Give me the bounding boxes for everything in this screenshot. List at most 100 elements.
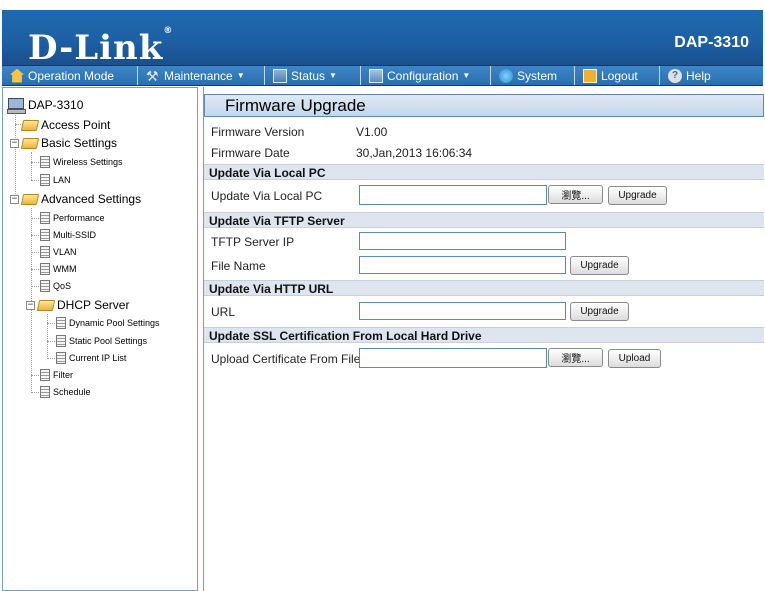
section-http: Update Via HTTP URL	[204, 280, 764, 296]
menu-maintenance-label: Maintenance	[164, 68, 233, 83]
page-icon	[40, 174, 50, 186]
firmware-date-row: Firmware Date 30,Jan,2013 16:06:34	[204, 142, 764, 164]
section-http-title: Update Via HTTP URL	[209, 282, 334, 296]
menu-configuration[interactable]: Configuration ▼	[361, 66, 491, 85]
tree-item-label: Schedule	[53, 387, 91, 397]
tree-item-label: Basic Settings	[41, 136, 118, 150]
tree-item-wireless-settings[interactable]: Wireless Settings	[40, 156, 123, 168]
tree-item-label: Multi-SSID	[53, 230, 97, 240]
tree-item-label: Current IP List	[69, 353, 127, 363]
tree-item-multi-ssid[interactable]: Multi-SSID	[40, 229, 96, 241]
tree-item-current-ip-list[interactable]: Current IP List	[56, 352, 126, 364]
main-content: Firmware Upgrade Firmware Version V1.00 …	[203, 87, 764, 591]
http-url-label: URL	[211, 305, 236, 319]
tools-icon: ⚒	[146, 67, 159, 84]
collapse-icon[interactable]: −	[10, 194, 19, 204]
status-icon	[273, 68, 287, 83]
chevron-down-icon: ▼	[329, 71, 337, 80]
tftp-server-ip-label: TFTP Server IP	[211, 235, 295, 249]
ssl-upload-button[interactable]: Upload	[608, 349, 661, 368]
tree-item-access-point[interactable]: Access Point	[20, 118, 111, 132]
local-pc-row: Update Via Local PC 瀏覽... Upgrade	[204, 185, 764, 207]
firmware-version-value: V1.00	[356, 125, 388, 139]
tftp-server-ip-input[interactable]	[359, 232, 566, 250]
page-icon	[40, 369, 50, 381]
ssl-upload-row: Upload Certificate From File 瀏覽... Uploa…	[204, 348, 764, 370]
tree-item-performance[interactable]: Performance	[40, 212, 105, 224]
section-local-pc-title: Update Via Local PC	[209, 166, 326, 180]
page-icon	[40, 246, 50, 258]
local-pc-browse-button[interactable]: 瀏覽...	[548, 185, 603, 204]
section-ssl-title: Update SSL Certification From Local Hard…	[209, 329, 482, 343]
help-icon: ?	[668, 68, 682, 83]
firmware-date-value: 30,Jan,2013 16:06:34	[356, 146, 473, 160]
page-title: Firmware Upgrade	[225, 96, 366, 115]
http-url-row: URL Upgrade	[204, 301, 764, 323]
tree-item-schedule[interactable]: Schedule	[40, 386, 91, 398]
menu-logout-label: Logout	[601, 68, 638, 83]
page-icon	[56, 352, 66, 364]
tftp-upgrade-button[interactable]: Upgrade	[570, 256, 629, 275]
system-icon	[499, 68, 513, 83]
menu-system[interactable]: System	[491, 66, 575, 85]
menu-operation-mode-label: Operation Mode	[28, 68, 115, 83]
tree-root-dap3310[interactable]: DAP-3310	[7, 97, 84, 114]
page-icon	[56, 335, 66, 347]
firmware-version-label: Firmware Version	[211, 125, 305, 139]
tree-item-qos[interactable]: QoS	[40, 280, 71, 292]
tftp-file-name-label: File Name	[211, 259, 266, 273]
tftp-file-name-input[interactable]	[359, 256, 566, 274]
menu-help-label: Help	[686, 68, 711, 83]
firmware-date-label: Firmware Date	[211, 146, 290, 160]
logout-icon	[583, 68, 597, 83]
tree-item-label: WMM	[53, 264, 77, 274]
folder-open-icon	[20, 137, 40, 149]
page-icon	[56, 317, 66, 329]
menu-configuration-label: Configuration	[387, 68, 459, 83]
page-icon	[40, 212, 50, 224]
section-local-pc: Update Via Local PC	[204, 164, 764, 180]
http-upgrade-button[interactable]: Upgrade	[570, 302, 629, 321]
tftp-server-ip-row: TFTP Server IP	[204, 231, 764, 253]
tree-item-label: Wireless Settings	[53, 157, 123, 167]
tree-item-vlan[interactable]: VLAN	[40, 246, 77, 258]
local-pc-label: Update Via Local PC	[211, 189, 323, 203]
tree-item-advanced-settings[interactable]: − Advanced Settings	[10, 192, 141, 206]
ssl-upload-label: Upload Certificate From File	[211, 352, 361, 366]
collapse-icon[interactable]: −	[10, 138, 19, 148]
menu-help[interactable]: ? Help	[660, 66, 730, 85]
tree-root-label: DAP-3310	[28, 98, 84, 112]
top-menu-bar: Operation Mode ⚒ Maintenance ▼ Status ▼ …	[2, 65, 763, 86]
tree-item-label: Advanced Settings	[41, 192, 142, 206]
tree-item-dynamic-pool-settings[interactable]: Dynamic Pool Settings	[56, 317, 160, 329]
menu-status[interactable]: Status ▼	[265, 66, 361, 85]
menu-operation-mode[interactable]: Operation Mode	[2, 66, 138, 85]
http-url-input[interactable]	[359, 302, 566, 320]
chevron-down-icon: ▼	[462, 71, 471, 80]
collapse-icon[interactable]: −	[26, 300, 35, 310]
menu-logout[interactable]: Logout	[575, 66, 660, 85]
ssl-browse-button[interactable]: 瀏覽...	[548, 348, 603, 367]
menu-maintenance[interactable]: ⚒ Maintenance ▼	[138, 66, 265, 85]
local-pc-file-input[interactable]	[359, 185, 547, 205]
page-title-bar: Firmware Upgrade	[204, 94, 764, 117]
tree-item-wmm[interactable]: WMM	[40, 263, 77, 275]
dlink-logo: D-Link®	[28, 25, 174, 68]
tree-item-label: Filter	[53, 370, 73, 380]
local-pc-upgrade-button[interactable]: Upgrade	[608, 186, 667, 205]
tree-item-basic-settings[interactable]: − Basic Settings	[10, 136, 117, 150]
chevron-down-icon: ▼	[236, 71, 245, 80]
tree-item-static-pool-settings[interactable]: Static Pool Settings	[56, 335, 147, 347]
firmware-version-row: Firmware Version V1.00	[204, 121, 764, 143]
configuration-icon	[369, 68, 383, 83]
tree-item-lan[interactable]: LAN	[40, 174, 71, 186]
folder-open-icon	[36, 299, 56, 311]
tree-item-label: Access Point	[41, 118, 111, 132]
section-tftp-title: Update Via TFTP Server	[209, 214, 345, 228]
tree-item-dhcp-server[interactable]: − DHCP Server	[26, 298, 129, 312]
menu-status-label: Status	[291, 68, 326, 83]
header-banner: D-Link® DAP-3310	[2, 10, 763, 68]
tree-item-filter[interactable]: Filter	[40, 369, 73, 381]
page-icon	[40, 386, 50, 398]
ssl-certificate-file-input[interactable]	[359, 348, 547, 368]
